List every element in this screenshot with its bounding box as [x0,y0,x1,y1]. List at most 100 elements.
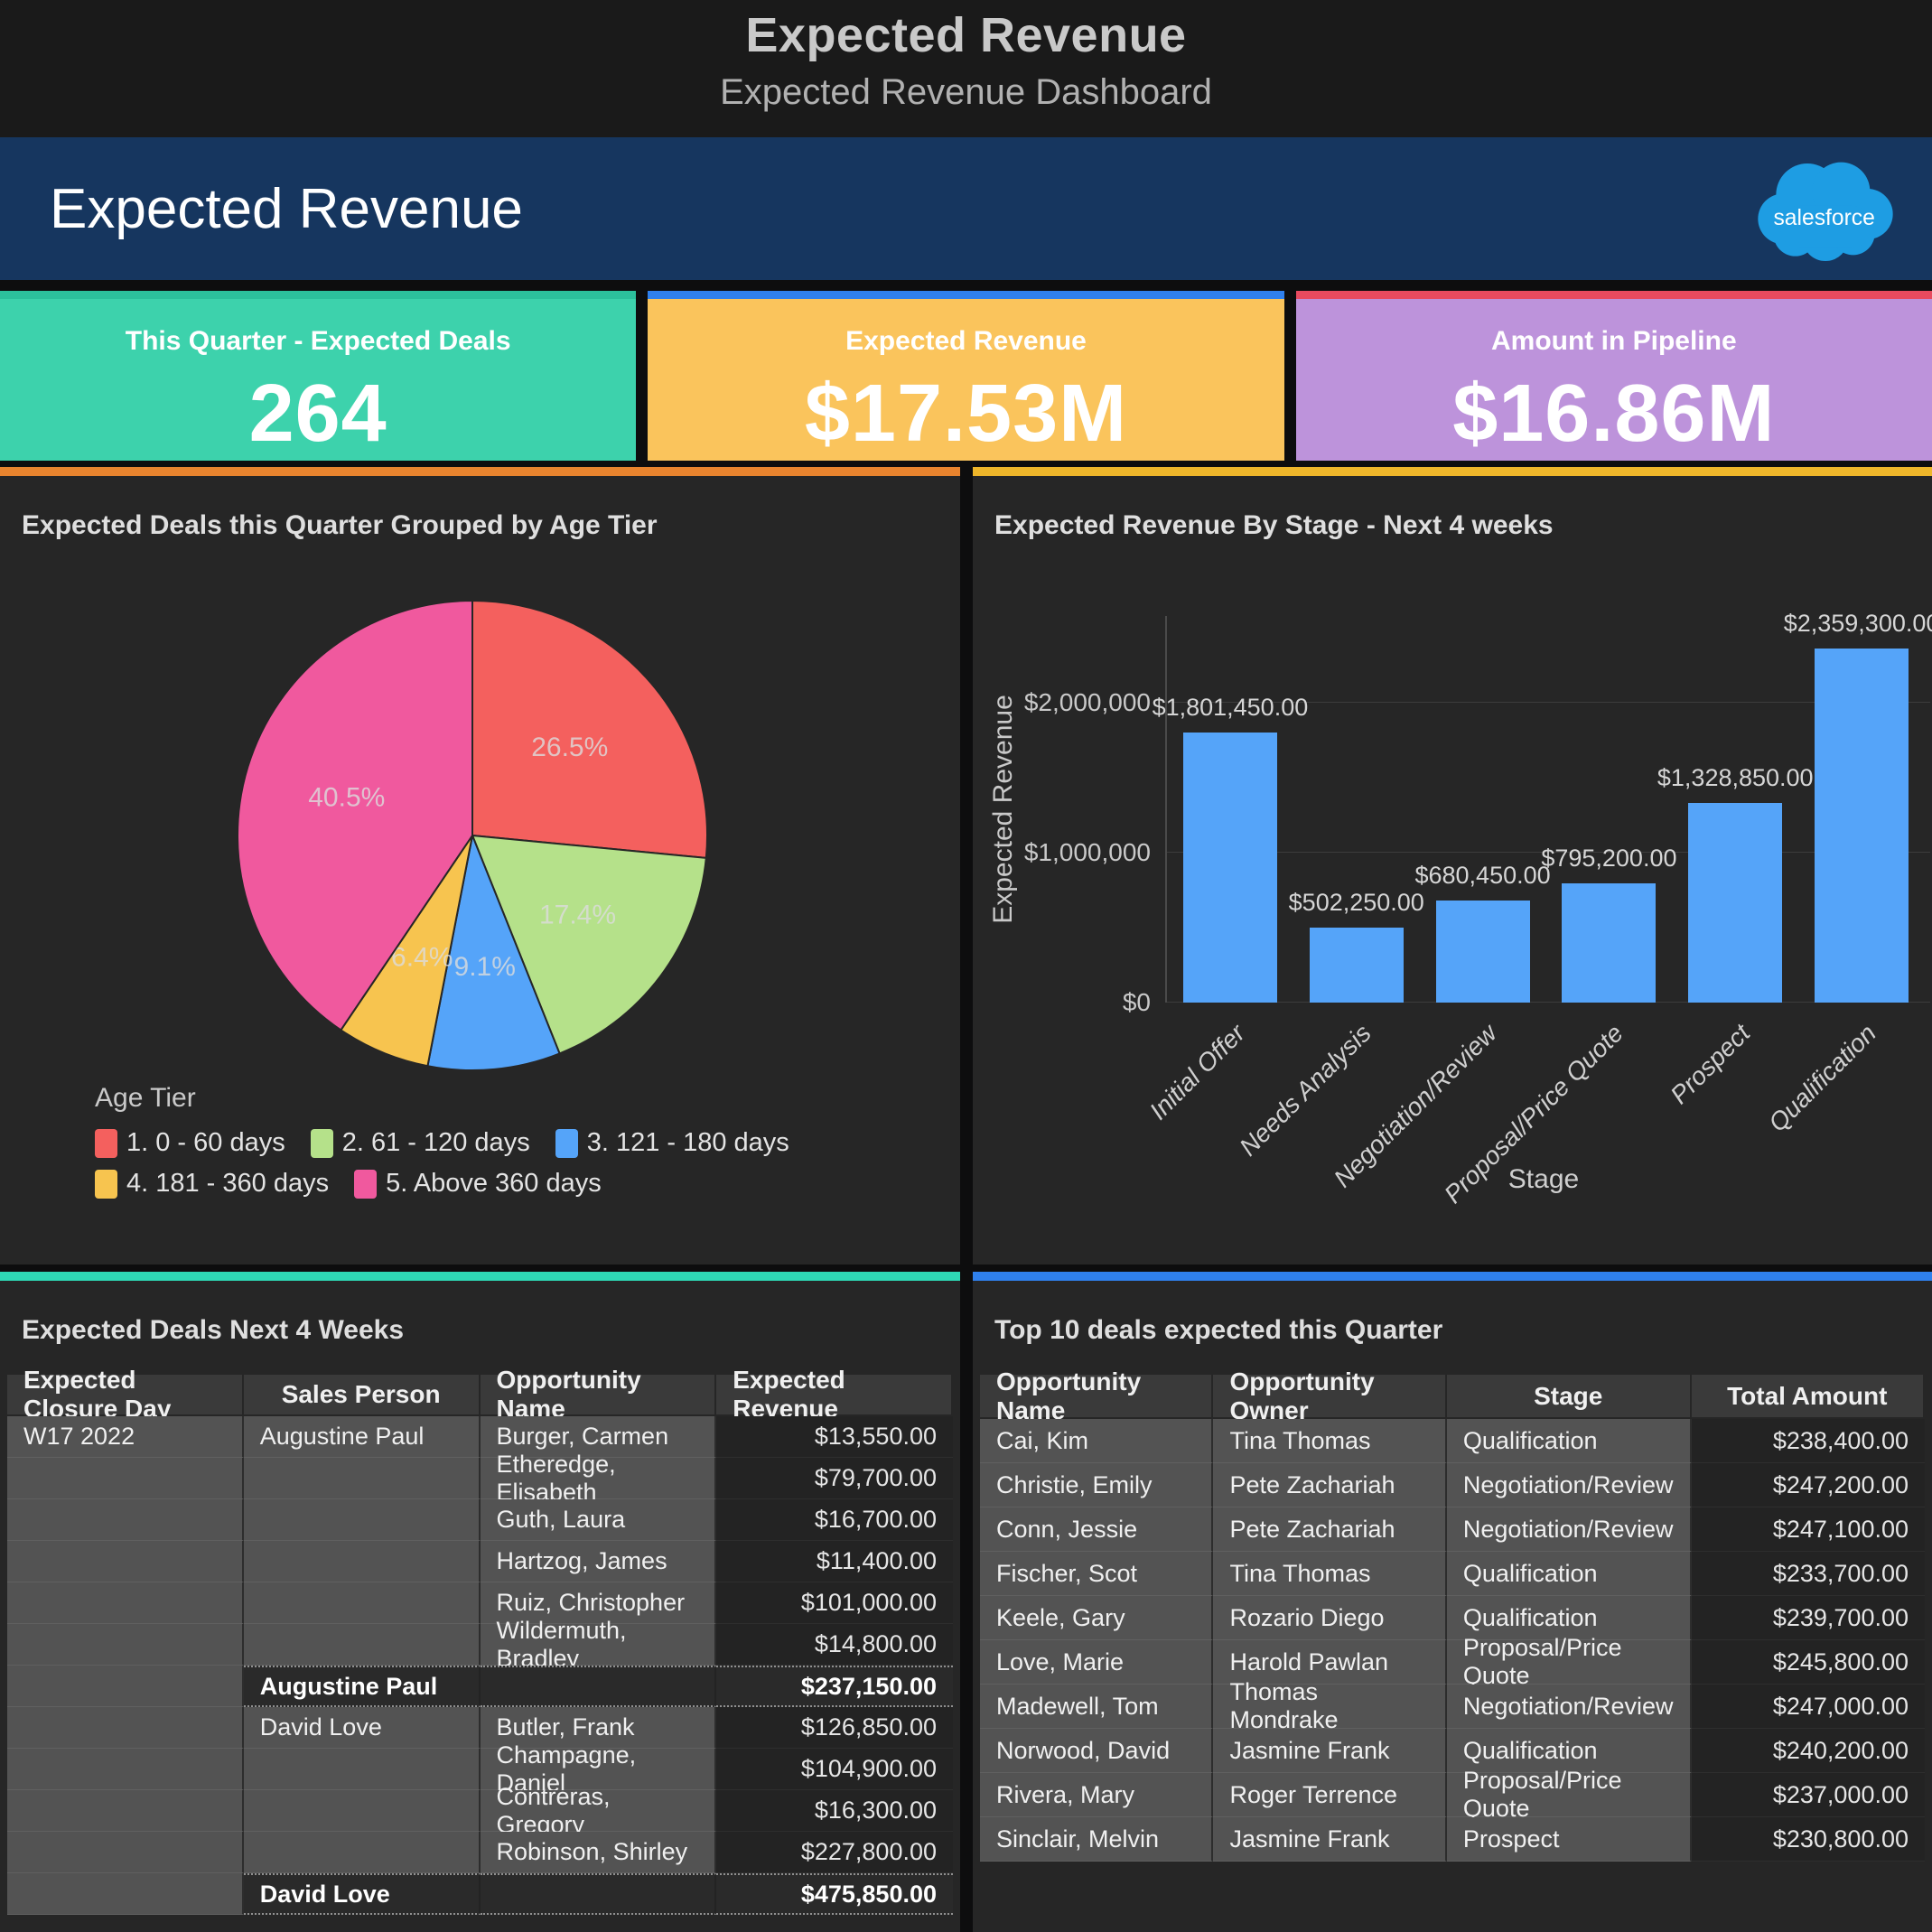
kpi-card-expected-deals[interactable]: This Quarter - Expected Deals 264 [0,291,636,461]
bar-initial-offer[interactable] [1183,733,1277,1003]
y-axis-tick-label: $2,000,000 [1024,688,1151,717]
expected-revenue-cell: $16,700.00 [716,1499,953,1541]
top10-deals-table: Opportunity NameOpportunity OwnerStageTo… [980,1375,1925,1862]
closure-day-cell [7,1666,244,1707]
legend-swatch [95,1170,117,1199]
total-amount-cell: $233,700.00 [1692,1552,1925,1596]
total-amount-cell: $245,800.00 [1692,1640,1925,1685]
legend-item[interactable]: 2. 61 - 120 days [311,1128,530,1158]
opportunity-name-cell: Contreras, Gregory [481,1790,717,1832]
column-header: Opportunity Name [980,1375,1213,1419]
pie-chart: 26.5%17.4%9.1%6.4%40.5% [156,583,789,1088]
kpi-value: $17.53M [648,368,1283,461]
legend-swatch [311,1129,333,1158]
expected-revenue-cell: $79,700.00 [716,1458,953,1499]
legend-item[interactable]: 3. 121 - 180 days [555,1128,789,1158]
kpi-row: This Quarter - Expected Deals 264 Expect… [0,291,1932,461]
opportunity-name-cell: Cai, Kim [980,1419,1213,1463]
legend-item[interactable]: 1. 0 - 60 days [95,1128,285,1158]
sales-person-cell [244,1541,481,1582]
bar-slot: $1,801,450.00Initial Offer [1167,616,1293,1003]
legend-label: 1. 0 - 60 days [126,1128,285,1158]
bar-prospect[interactable] [1688,803,1782,1003]
bar-negotiation-review[interactable] [1436,901,1530,1003]
column-header: Stage [1447,1375,1692,1419]
opportunity-name-cell: Wildermuth, Bradley [481,1624,717,1666]
kpi-card-amount-in-pipeline[interactable]: Amount in Pipeline $16.86M [1296,291,1932,461]
subtotal-label-cell: Augustine Paul [244,1666,481,1707]
subtotal-blank-cell [481,1666,717,1707]
page-title: Expected Revenue [0,0,1932,63]
sales-person-cell: David Love [244,1707,481,1749]
expected-revenue-cell: $13,550.00 [716,1416,953,1458]
bar-needs-analysis[interactable] [1310,928,1404,1003]
closure-day-cell [7,1499,244,1541]
expected-revenue-cell: $11,400.00 [716,1541,953,1582]
column-header: Sales Person [244,1375,481,1416]
kpi-card-expected-revenue[interactable]: Expected Revenue $17.53M [648,291,1283,461]
stage-cell: Qualification [1447,1552,1692,1596]
banner-title: Expected Revenue [50,177,523,241]
stage-cell: Negotiation/Review [1447,1463,1692,1507]
bar-value-label: $795,200.00 [1541,845,1676,873]
bar-qualification[interactable] [1815,649,1909,1003]
total-amount-cell: $237,000.00 [1692,1773,1925,1817]
total-amount-cell: $247,100.00 [1692,1507,1925,1552]
closure-day-cell: W17 2022 [7,1416,244,1458]
stage-cell: Qualification [1447,1419,1692,1463]
opportunity-name-cell: Madewell, Tom [980,1685,1213,1729]
sales-person-cell [244,1749,481,1790]
column-header: Total Amount [1692,1375,1925,1419]
sales-person-cell [244,1624,481,1666]
bar-chart-y-axis-title: Expected Revenue [988,695,1019,924]
bar-slot: $1,328,850.00Prospect [1672,616,1798,1003]
pie-slice-1-0-60-days[interactable] [472,601,707,858]
opportunity-name-cell: Hartzog, James [481,1541,717,1582]
bar-value-label: $1,328,850.00 [1657,764,1814,792]
pie-legend: Age Tier 1. 0 - 60 days 2. 61 - 120 days 3… [95,1083,908,1199]
x-axis-tick-label: Prospect [1665,1019,1756,1110]
closure-day-cell [7,1749,244,1790]
bar-slot: $680,450.00Negotiation/Review [1420,616,1546,1003]
closure-day-cell [7,1873,244,1915]
expected-revenue-cell: $126,850.00 [716,1707,953,1749]
column-header: Expected Revenue [716,1375,953,1416]
legend-label: 2. 61 - 120 days [342,1128,530,1158]
bar-value-label: $2,359,300.00 [1784,610,1932,638]
kpi-value: 264 [0,368,636,461]
opportunity-name-cell: Robinson, Shirley [481,1832,717,1873]
opportunity-owner-cell: Pete Zachariah [1213,1507,1446,1552]
opportunity-name-cell: Christie, Emily [980,1463,1213,1507]
legend-title: Age Tier [95,1083,908,1114]
opportunity-name-cell: Etheredge, Elisabeth [481,1458,717,1499]
closure-day-cell [7,1458,244,1499]
opportunity-owner-cell: Tina Thomas [1213,1419,1446,1463]
legend-label: 5. Above 360 days [386,1169,602,1199]
salesforce-logo-text: salesforce [1773,206,1874,230]
column-header: Expected Closure Day [7,1375,244,1416]
opportunity-name-cell: Keele, Gary [980,1596,1213,1640]
total-amount-cell: $230,800.00 [1692,1817,1925,1862]
expected-deals-table: Expected Closure DaySales PersonOpportun… [7,1375,953,1915]
panel-expected-deals-table: Expected Deals Next 4 Weeks Expected Clo… [0,1272,960,1932]
expected-revenue-cell: $101,000.00 [716,1582,953,1624]
column-header: Opportunity Name [481,1375,717,1416]
x-axis-tick-label: Initial Offer [1143,1019,1250,1125]
page-subtitle: Expected Revenue Dashboard [0,72,1932,113]
bar-slot: $795,200.00Proposal/Price Quote [1546,616,1673,1003]
panel-age-tier-pie: Expected Deals this Quarter Grouped by A… [0,467,960,1265]
legend-item[interactable]: 4. 181 - 360 days [95,1169,329,1199]
legend-swatch [354,1170,377,1199]
sales-person-cell: Augustine Paul [244,1416,481,1458]
deals-table-title: Expected Deals Next 4 Weeks [22,1315,960,1346]
subtotal-revenue-cell: $237,150.00 [716,1666,953,1707]
pie-slice-percentage-label: 17.4% [539,900,616,929]
sales-person-cell [244,1499,481,1541]
closure-day-cell [7,1582,244,1624]
pie-slice-percentage-label: 6.4% [391,942,453,972]
legend-item[interactable]: 5. Above 360 days [354,1169,602,1199]
bar-proposal-price-quote[interactable] [1562,883,1656,1003]
report-banner: Expected Revenue salesforce [0,137,1932,280]
legend-swatch [95,1129,117,1158]
stage-cell: Negotiation/Review [1447,1507,1692,1552]
